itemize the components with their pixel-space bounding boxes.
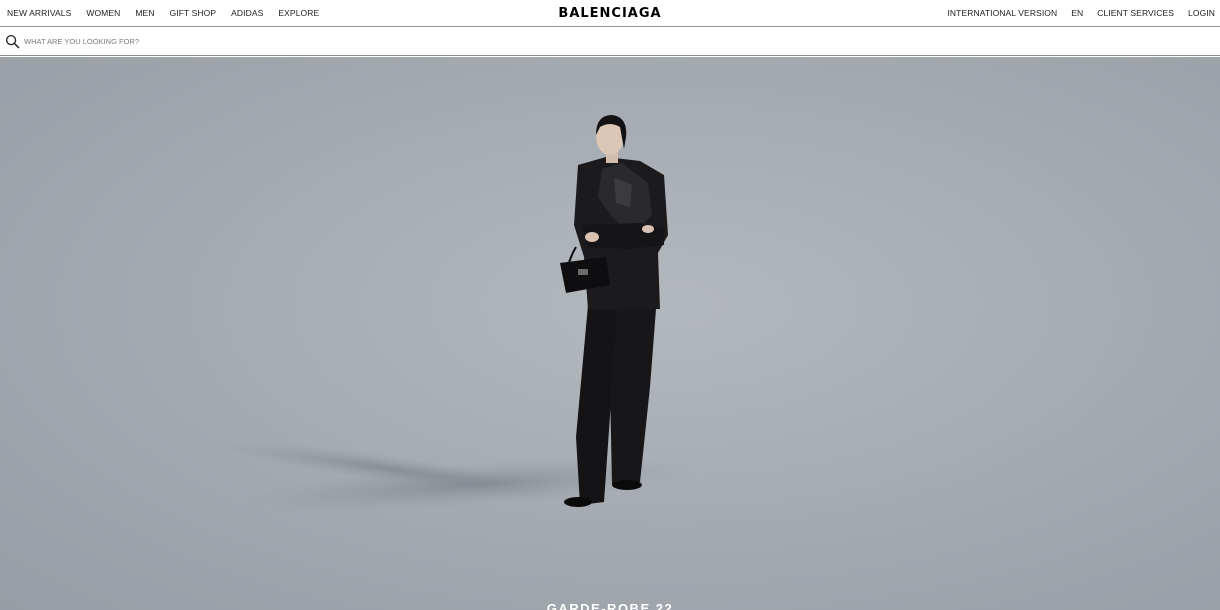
nav-men[interactable]: MEN <box>135 8 154 18</box>
language-selector[interactable]: EN <box>1071 8 1083 18</box>
search-input[interactable] <box>24 33 524 50</box>
search-bar <box>0 27 1220 56</box>
main-menu: NEW ARRIVALS WOMEN MEN GIFT SHOP ADIDAS … <box>7 0 319 26</box>
nav-adidas[interactable]: ADIDAS <box>231 8 263 18</box>
hero-banner[interactable]: GARDE-ROBE 22 <box>0 57 1220 610</box>
nav-women[interactable]: WOMEN <box>86 8 120 18</box>
client-services-link[interactable]: CLIENT SERVICES <box>1097 8 1174 18</box>
brand-logo[interactable]: BALENCIAGA <box>558 6 661 21</box>
hero-caption[interactable]: GARDE-ROBE 22 <box>0 601 1220 610</box>
utility-menu: INTERNATIONAL VERSION EN CLIENT SERVICES… <box>947 0 1215 26</box>
login-link[interactable]: LOGIN <box>1188 8 1215 18</box>
nav-explore[interactable]: EXPLORE <box>278 8 319 18</box>
nav-gift-shop[interactable]: GIFT SHOP <box>170 8 217 18</box>
international-version-link[interactable]: INTERNATIONAL VERSION <box>947 8 1057 18</box>
hero-model-image <box>201 115 700 513</box>
nav-new-arrivals[interactable]: NEW ARRIVALS <box>7 8 71 18</box>
search-icon[interactable] <box>5 34 20 49</box>
top-navigation-bar: NEW ARRIVALS WOMEN MEN GIFT SHOP ADIDAS … <box>0 0 1220 27</box>
